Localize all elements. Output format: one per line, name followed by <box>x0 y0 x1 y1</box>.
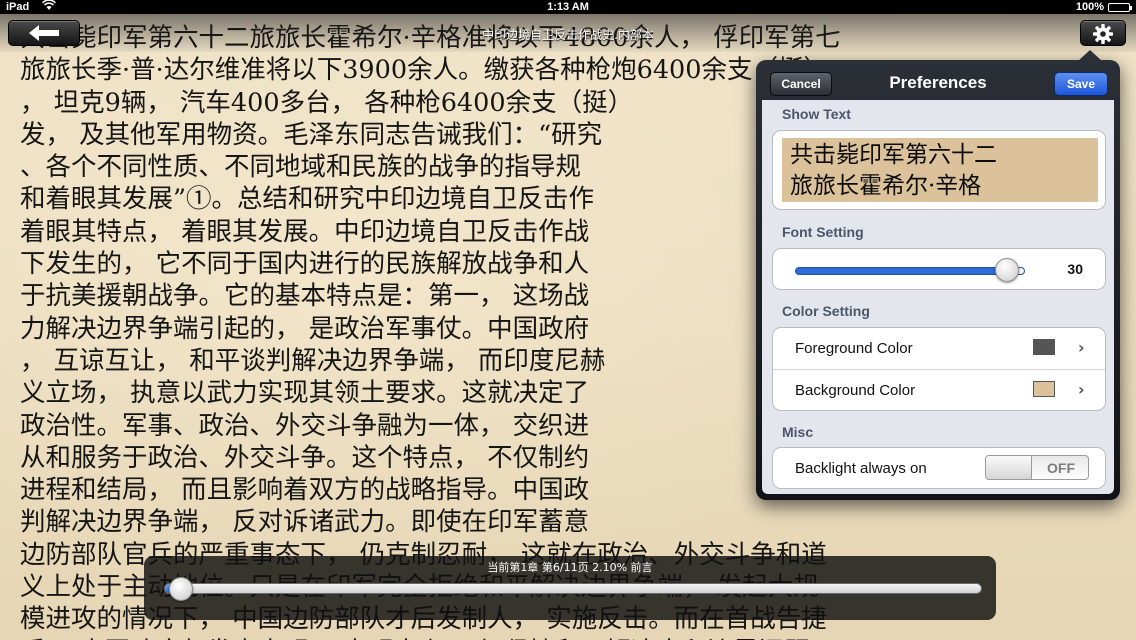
foreground-color-swatch <box>1033 339 1055 355</box>
preview-line-2: 旅旅长霍希尔·辛格 <box>790 173 982 199</box>
text-line: 后， 中国政府却发表声明， 申明大义， 仍坚持和平解决中印边界问题。 <box>20 636 1130 640</box>
preferences-popover: Cancel Preferences Save Show Text 共击毙印军第… <box>756 50 1120 500</box>
popover-header: Cancel Preferences Save <box>762 64 1114 102</box>
background-color-label: Background Color <box>795 382 916 399</box>
document-title: 中印边境自卫反击作战史.内部本 <box>482 28 654 42</box>
back-button[interactable] <box>8 20 80 46</box>
preferences-body: Show Text 共击毙印军第六十二 旅旅长霍希尔·辛格 Font Setti… <box>762 100 1114 494</box>
font-size-slider-thumb[interactable] <box>994 258 1019 282</box>
popover-arrow <box>1078 50 1102 61</box>
color-setting-group: Foreground Color › Background Color › <box>772 327 1106 411</box>
clock: 1:13 AM <box>547 1 589 13</box>
status-bar: iPad 1:13 AM 100% <box>0 0 1136 14</box>
color-setting-label: Color Setting <box>782 303 870 319</box>
backlight-label: Backlight always on <box>795 460 927 477</box>
text-preview: 共击毙印军第六十二 旅旅长霍希尔·辛格 <box>782 138 1098 202</box>
progress-label: 当前第1章 第6/11页 2.10% 前言 <box>487 561 653 574</box>
background-color-row[interactable]: Background Color › <box>773 369 1105 410</box>
backlight-toggle[interactable]: OFF <box>985 455 1089 480</box>
toggle-knob[interactable] <box>986 456 1032 479</box>
font-setting-label: Font Setting <box>782 224 864 240</box>
battery-percent: 100% <box>1075 1 1104 13</box>
battery-icon <box>1108 3 1132 12</box>
foreground-color-label: Foreground Color <box>795 340 913 357</box>
page-progress-slider[interactable] <box>164 583 982 594</box>
show-text-group: 共击毙印军第六十二 旅旅长霍希尔·辛格 <box>772 130 1106 210</box>
show-text-label: Show Text <box>782 106 851 122</box>
page-progress-thumb[interactable] <box>169 577 194 601</box>
chevron-right-icon: › <box>1078 338 1085 357</box>
font-setting-group: 30 <box>772 248 1106 290</box>
text-line: 判解决边界争端， 反对诉诸武力。即使在印军蓄意 <box>20 507 590 538</box>
foreground-color-row[interactable]: Foreground Color › <box>773 328 1105 369</box>
background-color-swatch <box>1033 381 1055 397</box>
font-size-value: 30 <box>1067 261 1083 277</box>
misc-label: Misc <box>782 424 814 440</box>
toggle-state-label: OFF <box>1047 460 1075 476</box>
font-size-slider[interactable] <box>795 267 1025 275</box>
settings-button[interactable] <box>1080 20 1126 46</box>
misc-group: Backlight always on OFF <box>772 447 1106 489</box>
chevron-right-icon: › <box>1078 380 1085 399</box>
preview-line-1: 共击毙印军第六十二 <box>790 142 997 168</box>
save-button[interactable]: Save <box>1054 72 1108 96</box>
progress-panel: 当前第1章 第6/11页 2.10% 前言 <box>144 556 996 620</box>
